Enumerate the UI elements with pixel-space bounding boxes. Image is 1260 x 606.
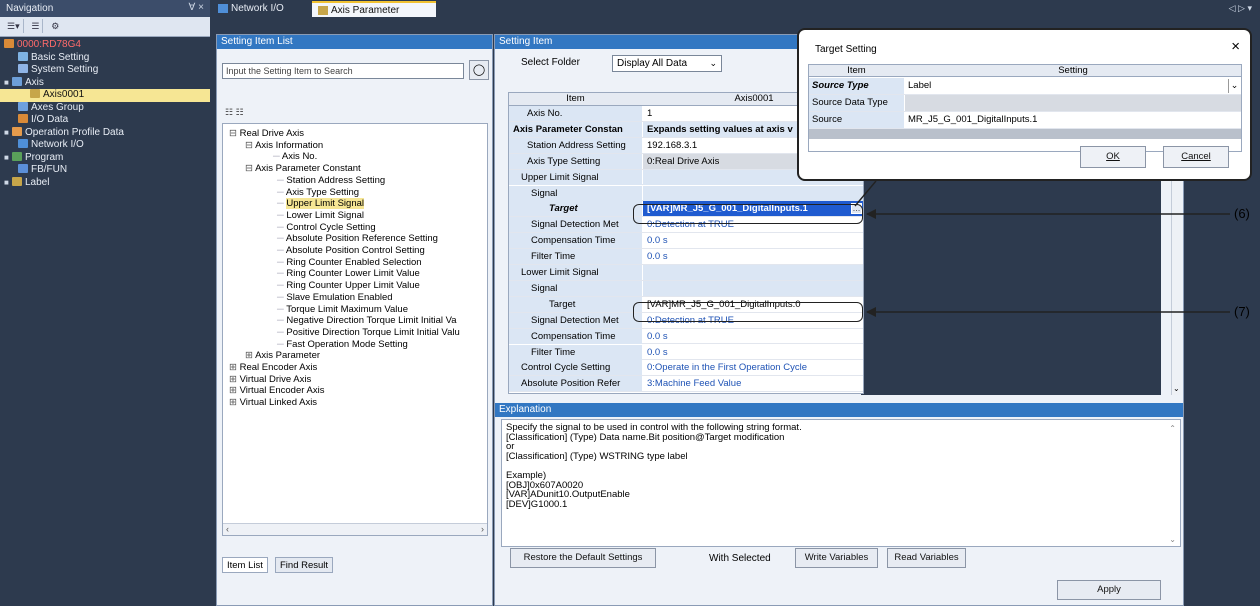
callout-lines bbox=[854, 180, 1230, 317]
annotation-6: (6) bbox=[1234, 206, 1250, 221]
annotation-7: (7) bbox=[1234, 304, 1250, 319]
